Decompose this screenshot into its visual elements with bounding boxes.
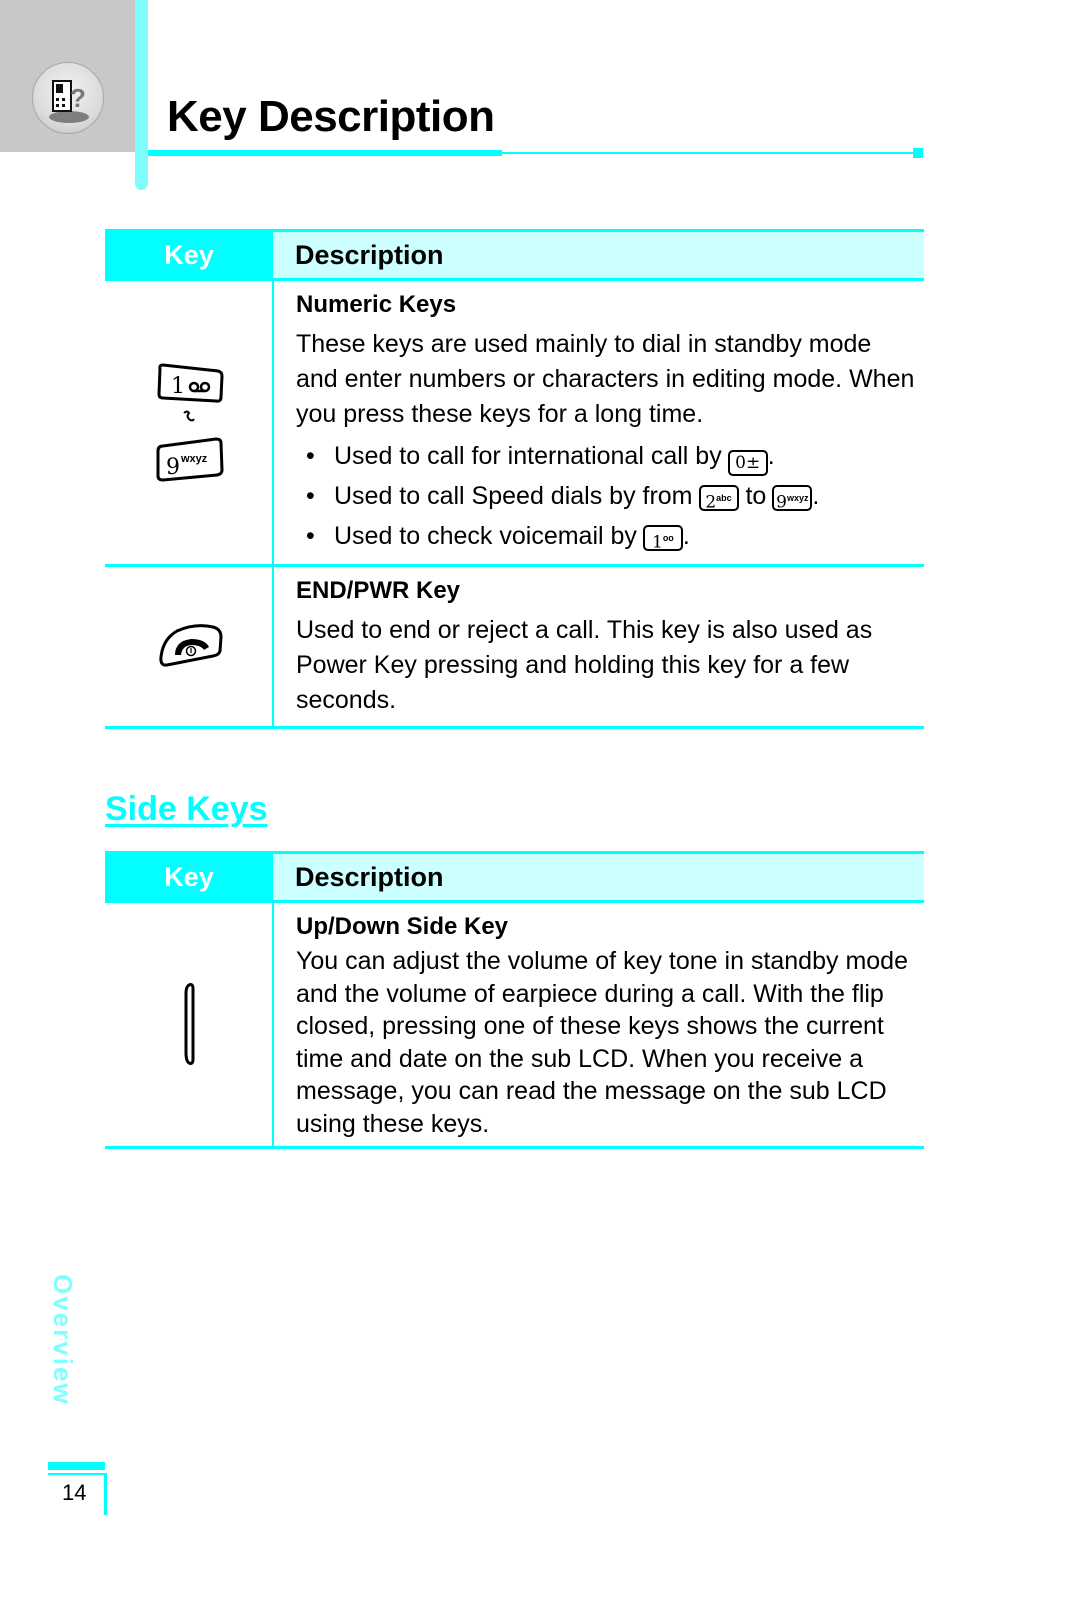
- bullet-joiner: to: [745, 482, 767, 510]
- column-header-description: Description: [273, 229, 924, 281]
- bullet-text: Used to call for international call by: [334, 442, 722, 470]
- bullet-list: Used to call for international call by0±…: [296, 436, 918, 556]
- page-number: 14: [62, 1480, 87, 1505]
- key-1-voicemail-icon: 1oo: [642, 525, 683, 553]
- row-title: Numeric Keys: [296, 291, 457, 318]
- key-1-digit: 1: [651, 533, 663, 553]
- phone-help-icon: ?: [32, 62, 104, 134]
- description-cell: END/PWR Key Used to end or reject a call…: [273, 565, 924, 729]
- header-vertical-accent: [135, 0, 148, 190]
- table-header-row: Key Description: [105, 851, 924, 903]
- svg-text:9: 9: [166, 455, 180, 480]
- end-power-key-icon: [159, 624, 223, 667]
- title-rule: [502, 152, 914, 154]
- page-number-bar: [48, 1462, 105, 1470]
- key-2-abc-icon: 2abc: [698, 485, 739, 513]
- bullet-suffix: .: [812, 482, 820, 510]
- list-item: Used to call Speed dials by from2abc to9…: [296, 476, 918, 516]
- table-row: END/PWR Key Used to end or reject a call…: [105, 565, 924, 729]
- key-table-side-keys: Key Description Up/Down Side Key You can…: [105, 851, 924, 1149]
- section-title-side-keys: Side Keys: [105, 790, 268, 828]
- column-header-key: Key: [105, 851, 273, 903]
- description-cell: Numeric Keys These keys are used mainly …: [273, 279, 924, 567]
- key-cell: [105, 901, 274, 1149]
- title-rule-endcap: [913, 148, 923, 158]
- key-0-digit: 0: [735, 453, 746, 473]
- column-header-key: Key: [105, 229, 273, 281]
- key-9-sub: wxyz: [786, 493, 809, 504]
- key-2-digit: 2: [705, 493, 717, 513]
- table-header-row: Key Description: [105, 229, 924, 281]
- svg-text:1: 1: [171, 374, 185, 399]
- description-cell: Up/Down Side Key You can adjust the volu…: [273, 901, 924, 1149]
- table-row: 1 9 wxyz Numeric Keys These keys are use…: [105, 279, 924, 567]
- side-key-icon: [184, 983, 195, 1065]
- tilde-range-icon: [183, 410, 195, 422]
- bullet-suffix: .: [767, 442, 775, 470]
- bullet-suffix: .: [682, 522, 690, 550]
- row-title: END/PWR Key: [296, 577, 461, 604]
- key-9-digit: 9: [776, 493, 787, 513]
- row-title: Up/Down Side Key: [296, 913, 509, 940]
- row-description: You can adjust the volume of key tone in…: [296, 947, 908, 1138]
- key-0-plus-icon: 0±: [727, 450, 768, 476]
- list-item: Used to call for international call by0±…: [296, 436, 918, 476]
- row-description: These keys are used mainly to dial in st…: [296, 330, 915, 428]
- key-9-wxyz-icon: 9 wxyz: [156, 437, 224, 482]
- key-1-sub: oo: [662, 533, 674, 544]
- key-0-sub: ±: [745, 453, 761, 473]
- key-9-wxyz-icon: 9wxyz: [772, 485, 813, 513]
- title-underline: [148, 150, 502, 156]
- column-header-description: Description: [273, 851, 924, 903]
- page-title: Key Description: [167, 92, 495, 141]
- list-item: Used to check voicemail by1oo.: [296, 516, 918, 556]
- key-cell: 1 9 wxyz: [105, 279, 274, 567]
- page-number-rule: [48, 1473, 106, 1475]
- bullet-text: Used to check voicemail by: [334, 522, 637, 550]
- page-number-side-rule: [104, 1473, 107, 1515]
- chapter-side-tab: Overview: [48, 1274, 78, 1454]
- svg-text:wxyz: wxyz: [180, 453, 208, 465]
- key-cell: [105, 565, 274, 729]
- table-row: Up/Down Side Key You can adjust the volu…: [105, 901, 924, 1149]
- bullet-text: Used to call Speed dials by from: [334, 482, 693, 510]
- row-description: Used to end or reject a call. This key i…: [296, 616, 873, 714]
- key-2-sub: abc: [716, 493, 732, 504]
- chapter-side-label: Overview: [48, 1274, 78, 1406]
- key-table-main: Key Description 1 9 wxyz Numeric Keys Th…: [105, 229, 924, 729]
- key-1-voicemail-icon: 1: [157, 363, 224, 403]
- svg-text:?: ?: [70, 83, 86, 113]
